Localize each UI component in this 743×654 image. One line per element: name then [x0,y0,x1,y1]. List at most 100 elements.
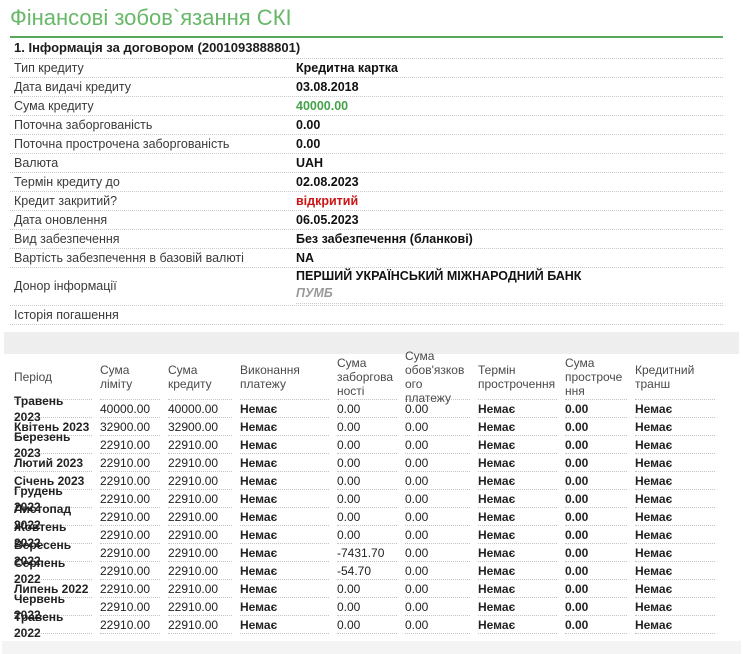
detail-label: Сума кредиту [14,98,94,113]
detail-row: Донор інформації ПЕРШИЙ УКРАЇНСЬКИЙ МІЖН… [10,268,723,306]
cell-overdue-term: Немає [478,418,557,436]
detail-row: Вид забезпечення Без забезпечення (бланк… [10,230,723,249]
page-title: Фінансові зобов`язання СКІ [10,5,292,30]
history-row: Жовтень 2022 22910.00 22910.00 Немає 0.00 0.0… [10,520,723,550]
history-row: Листопад 2022 22910.00 22910.00 Немає 0.00 0.… [10,502,723,532]
cell-credit: 22910.00 [168,490,232,508]
cell-credit: 22910.00 [168,526,232,544]
detail-value: 0.00 [296,136,321,151]
detail-label: Кредит закритий? [14,193,118,208]
cell-overdue-sum: 0.00 [565,400,627,418]
horizontal-scrollbar-track[interactable] [2,641,741,654]
cell-overdue-term: Немає [478,580,557,598]
cell-period: Лютий 2023 [14,454,92,472]
cell-debt: 0.00 [337,580,397,598]
cell-debt: 0.00 [337,490,397,508]
cell-credit: 22910.00 [168,562,232,580]
history-table-body: Травень 2023 40000.00 40000.00 Немає 0.00 0.0… [10,394,723,640]
cell-tranche: Немає [635,454,715,472]
cell-debt: 0.00 [337,526,397,544]
cell-credit: 22910.00 [168,616,232,634]
cell-overdue-term: Немає [478,598,557,616]
cell-limit: 22910.00 [100,526,160,544]
cell-overdue-term: Немає [478,490,557,508]
cell-mandatory-payment: 0.00 [405,544,470,562]
detail-value: 02.08.2023 [296,174,359,189]
cell-credit: 22910.00 [168,454,232,472]
cell-tranche: Немає [635,562,715,580]
cell-limit: 32900.00 [100,418,160,436]
detail-label: Валюта [14,155,59,170]
column-header: Сума кредиту [168,354,232,400]
cell-mandatory-payment: 0.00 [405,508,470,526]
cell-tranche: Немає [635,544,715,562]
cell-overdue-sum: 0.00 [565,508,627,526]
history-row: Березень 2023 22910.00 22910.00 Немає 0.00 0.… [10,430,723,460]
cell-limit: 22910.00 [100,490,160,508]
cell-overdue-sum: 0.00 [565,616,627,634]
detail-row: Валюта UAH [10,154,723,173]
detail-row: Сума кредиту 40000.00 [10,97,723,116]
history-table-header: Період Сума ліміту Сума кредиту Виконання п… [10,349,723,405]
cell-payment-execution: Немає [240,508,329,526]
cell-credit: 22910.00 [168,598,232,616]
cell-tranche: Немає [635,436,715,454]
cell-overdue-sum: 0.00 [565,454,627,472]
cell-tranche: Немає [635,580,715,598]
detail-value: 40000.00 [296,98,349,113]
cell-payment-execution: Немає [240,616,329,634]
cell-overdue-term: Немає [478,562,557,580]
cell-credit: 32900.00 [168,418,232,436]
history-row: Вересень 2022 22910.00 22910.00 Немає -7431.… [10,538,723,568]
cell-debt: 0.00 [337,472,397,490]
cell-overdue-sum: 0.00 [565,598,627,616]
detail-value: 06.05.2023 [296,212,359,227]
cell-payment-execution: Немає [240,490,329,508]
table-top-band [4,332,739,354]
history-row: Травень 2022 22910.00 22910.00 Немає 0.00 0.0… [10,610,723,640]
detail-label: Вид забезпечення [14,231,120,246]
detail-value: 0.00 [296,117,321,132]
cell-overdue-term: Немає [478,472,557,490]
detail-label: Поточна заборгованість [14,117,153,132]
cell-tranche: Немає [635,508,715,526]
cell-limit: 22910.00 [100,454,160,472]
cell-debt: 0.00 [337,508,397,526]
payment-history-table: Період Сума ліміту Сума кредиту Виконання п… [10,349,723,640]
cell-payment-execution: Немає [240,544,329,562]
history-row: Липень 2022 22910.00 22910.00 Немає 0.00 0.00… [10,580,723,598]
cell-period: Серпень 2022 [14,556,92,586]
history-row: Квітень 2023 32900.00 32900.00 Немає 0.00 0.0… [10,418,723,436]
cell-mandatory-payment: 0.00 [405,490,470,508]
cell-tranche: Немає [635,472,715,490]
cell-debt: 0.00 [337,436,397,454]
cell-mandatory-payment: 0.00 [405,400,470,418]
detail-value: Кредитна картка [296,60,398,75]
cell-overdue-term: Немає [478,454,557,472]
detail-label: Донор інформації [14,279,117,293]
cell-mandatory-payment: 0.00 [405,562,470,580]
history-row: Січень 2023 22910.00 22910.00 Немає 0.00 0.00… [10,472,723,490]
cell-overdue-term: Немає [478,436,557,454]
cell-mandatory-payment: 0.00 [405,472,470,490]
cell-payment-execution: Немає [240,562,329,580]
column-header: Термін прострочення [478,354,557,400]
cell-credit: 22910.00 [168,544,232,562]
cell-limit: 22910.00 [100,562,160,580]
cell-limit: 22910.00 [100,580,160,598]
report-page: Фінансові зобов`язання СКІ 1. Інформація… [0,0,743,654]
cell-overdue-sum: 0.00 [565,526,627,544]
cell-credit: 22910.00 [168,436,232,454]
history-row: Серпень 2022 22910.00 22910.00 Немає -54.70 0… [10,556,723,586]
cell-overdue-term: Немає [478,616,557,634]
history-row: Лютий 2023 22910.00 22910.00 Немає 0.00 0.00 Н… [10,454,723,472]
cell-overdue-sum: 0.00 [565,436,627,454]
detail-value: Без забезпечення (бланкові) [296,231,473,246]
cell-overdue-term: Немає [478,400,557,418]
detail-value: відкритий [296,193,359,208]
detail-row: Тип кредиту Кредитна картка [10,59,723,78]
cell-debt: 0.00 [337,400,397,418]
detail-label: Термін кредиту до [14,174,120,189]
cell-debt: 0.00 [337,616,397,634]
cell-tranche: Немає [635,400,715,418]
